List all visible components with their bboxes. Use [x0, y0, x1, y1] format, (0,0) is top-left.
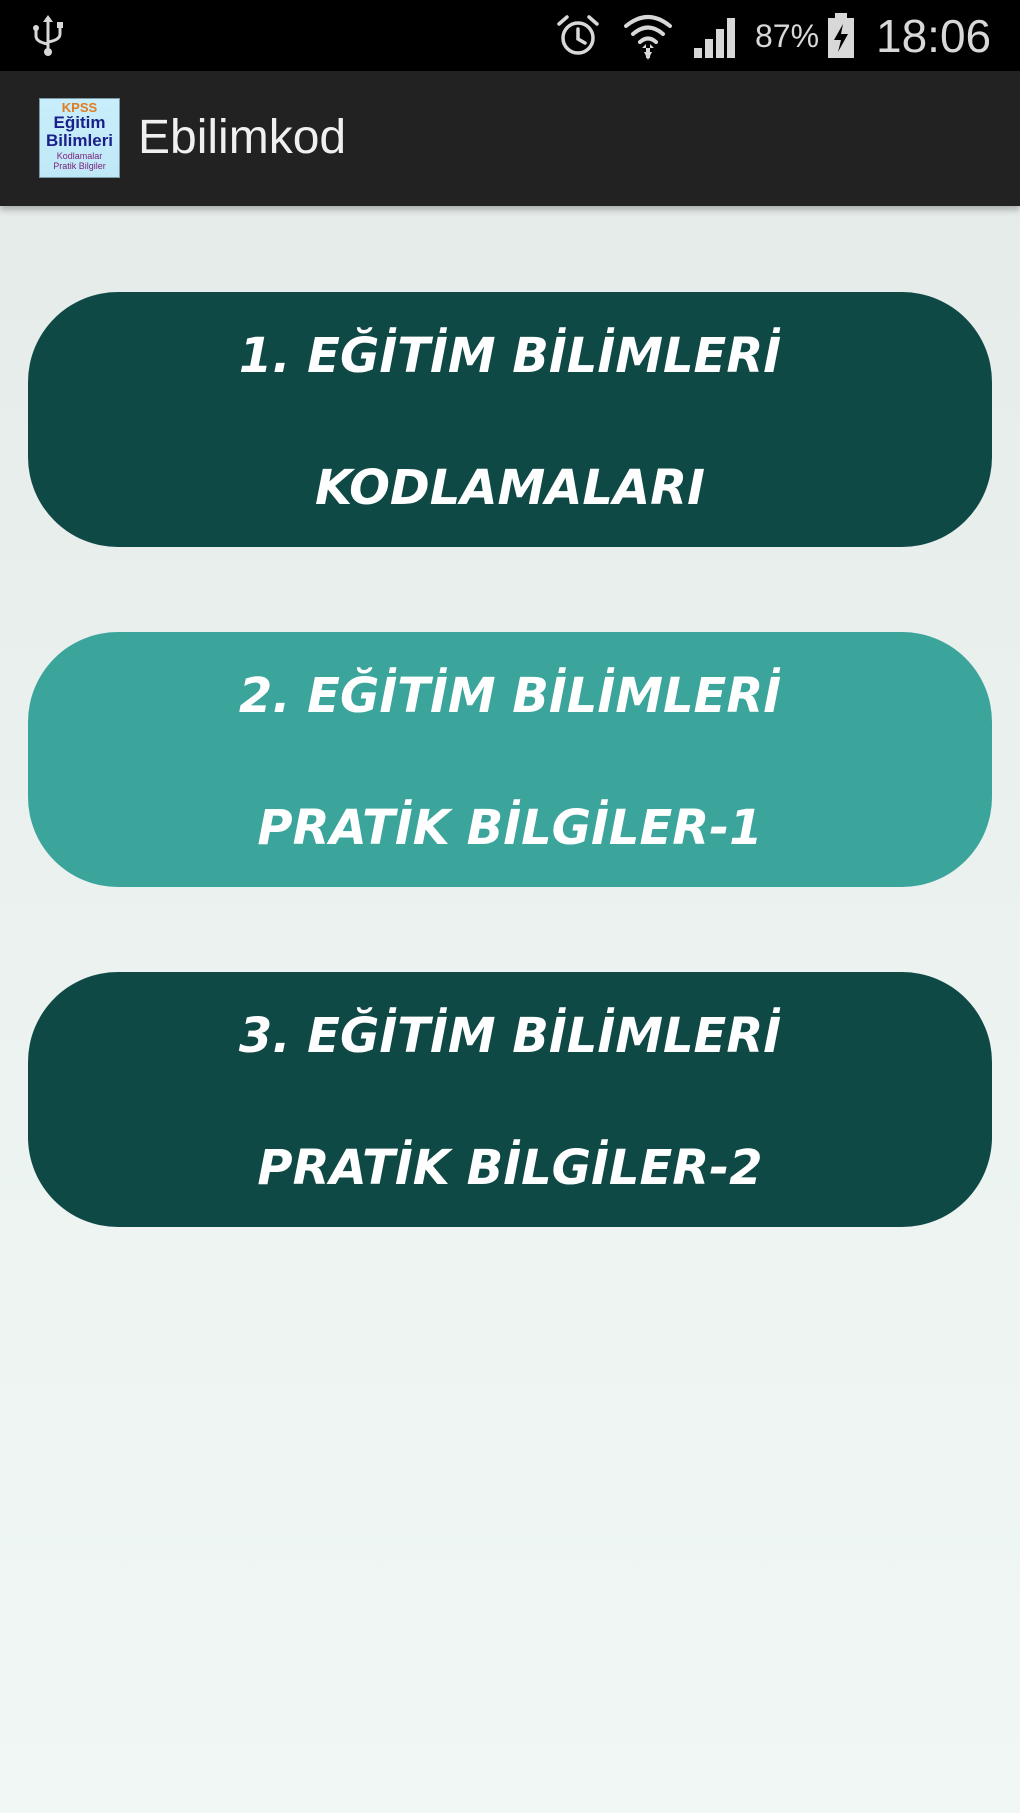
cell-signal-icon	[694, 18, 735, 58]
wifi-icon	[624, 15, 672, 60]
button-label-line1: 1. EĞİTİM BİLİMLERİ	[238, 328, 782, 384]
status-bar: 87% 18:06	[0, 0, 1020, 71]
app-logo-line: Bilimleri	[45, 131, 114, 150]
usb-icon	[33, 15, 63, 56]
button-label-line2: PRATİK BİLGİLER-2	[257, 1140, 763, 1196]
button-label-line1: 2. EĞİTİM BİLİMLERİ	[238, 668, 782, 724]
app-logo-line: Pratik Bilgiler	[53, 161, 106, 171]
pratik-bilgiler-1-button[interactable]: 2. EĞİTİM BİLİMLERİ PRATİK BİLGİLER-1	[28, 632, 992, 887]
battery-percent: 87%	[755, 18, 820, 54]
app-logo-line: Kodlamalar	[56, 151, 103, 161]
button-label-line2: KODLAMALARI	[315, 460, 705, 516]
pratik-bilgiler-2-button[interactable]: 3. EĞİTİM BİLİMLERİ PRATİK BİLGİLER-2	[28, 972, 992, 1227]
egitim-bilimleri-kodlamalari-button[interactable]: 1. EĞİTİM BİLİMLERİ KODLAMALARI	[28, 292, 992, 547]
action-bar: KPSS Eğitim Bilimleri Kodlamalar Pratik …	[0, 71, 1020, 206]
button-label-line1: 3. EĞİTİM BİLİMLERİ	[238, 1008, 782, 1064]
alarm-clock-icon	[557, 15, 599, 55]
button-label-line2: PRATİK BİLGİLER-1	[257, 800, 763, 856]
app-logo[interactable]: KPSS Eğitim Bilimleri Kodlamalar Pratik …	[39, 98, 120, 178]
app-title: Ebilimkod	[138, 111, 347, 164]
battery-charging-icon	[828, 13, 854, 58]
app-logo-line: Eğitim	[53, 113, 106, 132]
status-clock: 18:06	[876, 10, 992, 62]
